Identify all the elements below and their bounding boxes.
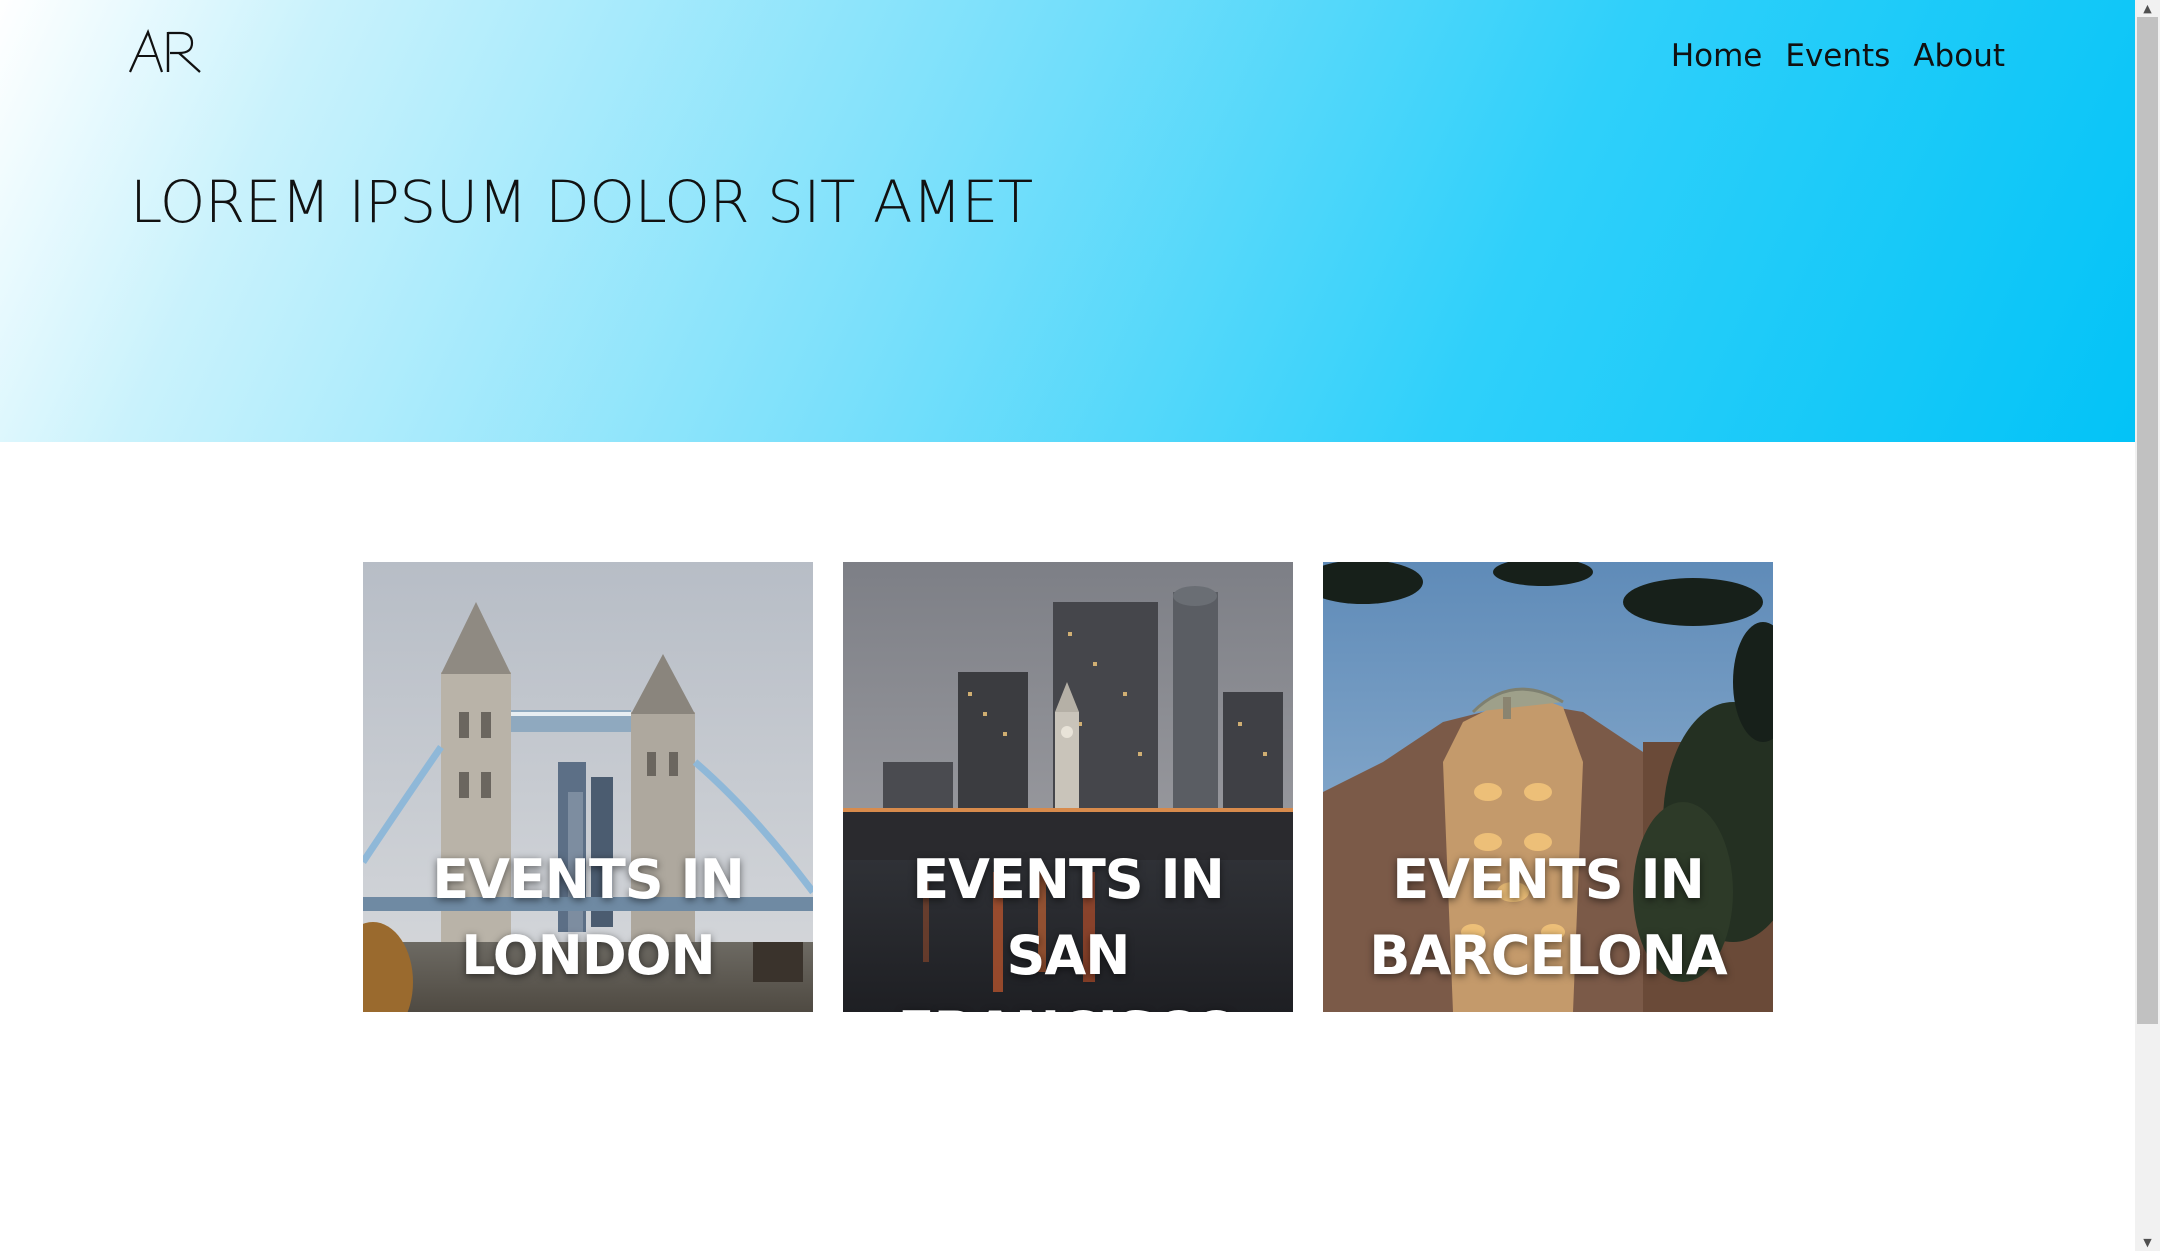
nav-about-link[interactable]: About (1913, 38, 2005, 74)
logo[interactable] (128, 28, 208, 76)
main-nav: Home Events About (1671, 38, 2005, 74)
scrollbar-thumb[interactable] (2137, 17, 2158, 1024)
page: Home Events About LOREM IPSUM DOLOR SIT … (0, 0, 2160, 1251)
card-san-francisco-title: EVENTS IN SAN FRANCISCO (898, 848, 1240, 1012)
logo-monogram-icon (128, 29, 201, 73)
card-london[interactable]: EVENTS IN LONDON (363, 562, 813, 1012)
nav-home-link[interactable]: Home (1671, 38, 1763, 74)
event-cards: EVENTS IN LONDON EVENTS IN SAN EVENTS IN… (363, 562, 1773, 1012)
card-barcelona-title: EVENTS IN BARCELONA (1369, 848, 1727, 987)
card-barcelona[interactable]: EVENTS IN BARCELONA (1323, 562, 1773, 1012)
nav-events-link[interactable]: Events (1785, 38, 1890, 74)
card-london-title: EVENTS IN LONDON (432, 848, 745, 987)
hero-title: LOREM IPSUM DOLOR SIT AMET (130, 168, 1033, 236)
vertical-scrollbar[interactable]: ▲ ▼ (2135, 0, 2160, 1251)
chevron-down-icon[interactable]: ▼ (2135, 1234, 2160, 1251)
card-san-francisco[interactable]: EVENTS IN SAN FRANCISCO (843, 562, 1293, 1012)
hero-banner: Home Events About LOREM IPSUM DOLOR SIT … (0, 0, 2135, 442)
chevron-up-icon[interactable]: ▲ (2135, 0, 2160, 17)
